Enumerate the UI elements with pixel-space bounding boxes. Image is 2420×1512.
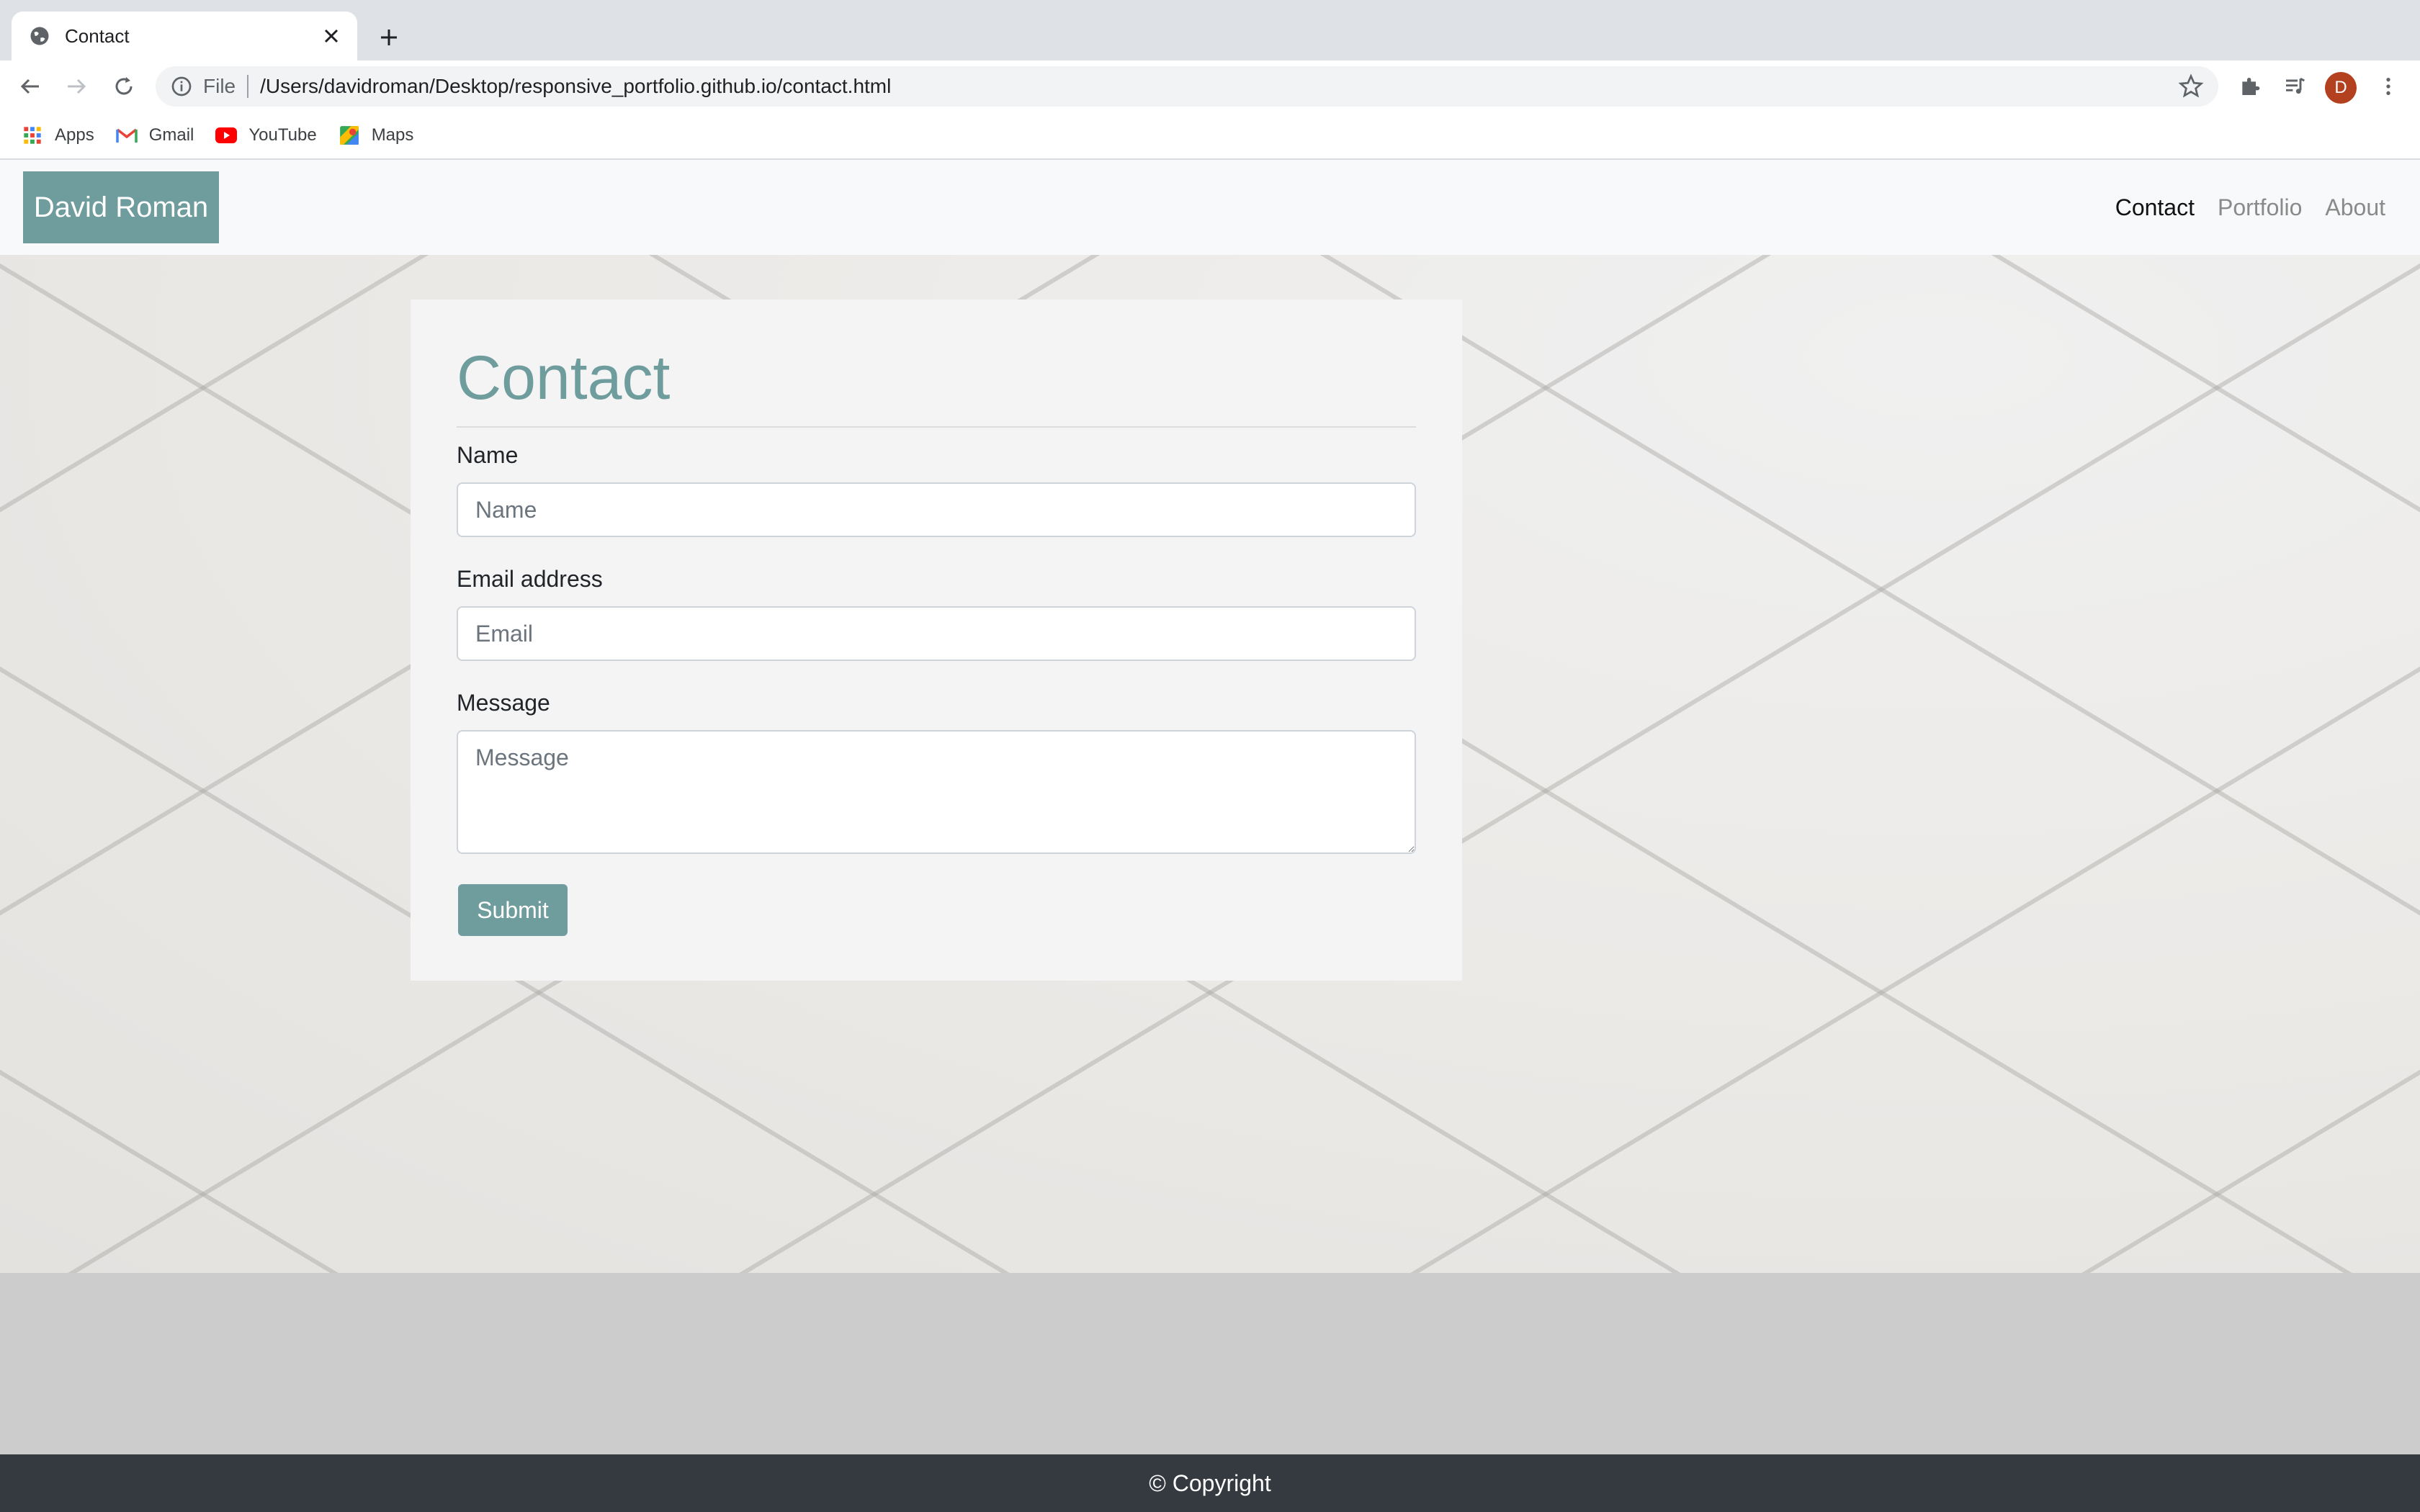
bookmark-label: YouTube: [248, 125, 317, 145]
copyright-text: © Copyright: [1149, 1470, 1271, 1496]
url-separator: [247, 75, 249, 98]
url-scheme-label: File: [203, 75, 236, 97]
nav-link-about[interactable]: About: [2325, 194, 2385, 221]
youtube-icon: [215, 125, 238, 146]
address-bar[interactable]: File /Users/davidroman/Desktop/responsiv…: [156, 66, 2218, 107]
apps-grid-icon: [22, 125, 43, 146]
bookmark-label: Apps: [55, 125, 94, 145]
nav-link-contact[interactable]: Contact: [2115, 194, 2195, 221]
reload-icon[interactable]: [108, 71, 140, 102]
maps-icon: [339, 125, 360, 146]
kebab-menu-icon[interactable]: [2372, 71, 2404, 102]
bookmark-label: Maps: [371, 125, 414, 145]
bookmark-youtube[interactable]: YouTube: [215, 125, 317, 146]
gmail-icon: [115, 125, 138, 146]
browser-toolbar: File /Users/davidroman/Desktop/responsiv…: [0, 60, 2420, 112]
browser-tabstrip: Contact: [0, 0, 2420, 60]
new-tab-icon[interactable]: [372, 20, 406, 55]
url-text[interactable]: /Users/davidroman/Desktop/responsive_por…: [260, 75, 2178, 98]
bookmark-label: Gmail: [148, 125, 194, 145]
contact-card: Contact Name Email address Message Submi…: [411, 300, 1462, 981]
page-spacer: [0, 1273, 2420, 1454]
bookmark-star-icon[interactable]: [2178, 73, 2204, 99]
close-tab-icon[interactable]: [318, 23, 344, 49]
browser-tab[interactable]: Contact: [12, 12, 357, 60]
hero-background: Contact Name Email address Message Submi…: [0, 255, 2420, 1273]
heading-divider: [457, 426, 1416, 428]
media-playlist-icon[interactable]: [2279, 71, 2311, 102]
email-input[interactable]: [457, 606, 1416, 661]
contact-heading: Contact: [457, 343, 671, 413]
email-label: Email address: [457, 566, 603, 592]
name-input[interactable]: [457, 482, 1416, 537]
nav-links: Contact Portfolio About: [2092, 160, 2385, 255]
info-icon[interactable]: [170, 75, 193, 98]
name-label: Name: [457, 442, 519, 468]
web-page: David Roman Contact Portfolio About Cont…: [0, 160, 2420, 1512]
nav-link-portfolio[interactable]: Portfolio: [2218, 194, 2302, 221]
submit-button[interactable]: Submit: [458, 884, 568, 936]
site-footer: © Copyright: [0, 1454, 2420, 1512]
tab-title: Contact: [65, 24, 130, 47]
site-navbar: David Roman Contact Portfolio About: [0, 160, 2420, 255]
bookmark-maps[interactable]: Maps: [339, 125, 414, 146]
message-textarea[interactable]: [457, 730, 1416, 854]
profile-avatar[interactable]: D: [2325, 72, 2357, 104]
message-label: Message: [457, 690, 550, 716]
extensions-puzzle-icon[interactable]: [2234, 71, 2266, 102]
back-arrow-icon[interactable]: [14, 71, 46, 102]
bookmark-apps[interactable]: Apps: [22, 125, 94, 146]
bookmark-gmail[interactable]: Gmail: [115, 125, 194, 146]
globe-icon: [30, 27, 49, 45]
forward-arrow-icon[interactable]: [60, 71, 92, 102]
brand-logo-button[interactable]: David Roman: [23, 171, 219, 243]
bookmarks-bar: Apps Gmail YouTube Maps: [0, 112, 2420, 160]
